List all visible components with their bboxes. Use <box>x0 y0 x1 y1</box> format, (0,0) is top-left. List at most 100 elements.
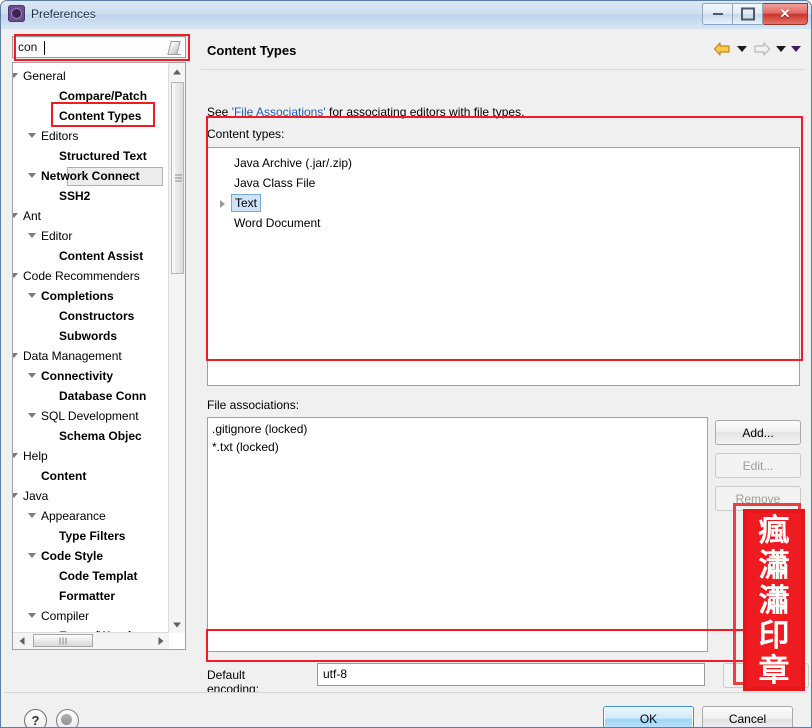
question-mark-icon[interactable]: ? <box>24 709 47 727</box>
content-type-label: Text <box>231 194 262 212</box>
content-types-label: Content types: <box>207 127 284 141</box>
maximize-button[interactable] <box>733 3 763 25</box>
sidebar-item-label: Schema Objec <box>59 429 142 443</box>
triangle-down-icon[interactable] <box>28 293 36 298</box>
triangle-down-icon[interactable] <box>13 353 18 358</box>
triangle-right-icon[interactable] <box>220 200 225 208</box>
edit-button-label: Edit... <box>742 458 774 473</box>
sidebar-item-label: Ant <box>23 209 42 223</box>
file-association-row[interactable]: .gitignore (locked) <box>212 422 307 436</box>
remove-button: Remove <box>715 486 801 511</box>
scroll-up-button[interactable] <box>169 63 185 80</box>
horizontal-scrollbar-thumb[interactable] <box>33 634 93 647</box>
triangle-down-icon[interactable] <box>28 133 36 138</box>
grip-icon <box>59 637 67 644</box>
forward-history-chevron-down-icon[interactable] <box>776 46 786 52</box>
dialog-footer: ? OK Cancel <box>1 693 811 727</box>
scroll-down-button[interactable] <box>169 616 185 633</box>
sidebar-item-label: Java <box>23 489 49 503</box>
sidebar-item-label: Compiler <box>41 609 90 623</box>
edit-button: Edit... <box>715 453 801 478</box>
tree-vertical-scrollbar[interactable] <box>168 63 185 633</box>
update-button-label: Update <box>746 668 786 683</box>
remove-button-label: Remove <box>735 491 781 506</box>
content-types-list[interactable]: Java Archive (.jar/.zip) Java Class File T… <box>207 147 800 386</box>
apply-icon[interactable] <box>56 709 79 727</box>
sidebar-item-label: Completions <box>41 289 114 303</box>
back-history-chevron-down-icon[interactable] <box>737 46 747 52</box>
triangle-down-icon[interactable] <box>28 553 36 558</box>
filter-input-value: con <box>18 40 38 54</box>
add-button-label: Add... <box>742 425 774 440</box>
grip-icon <box>175 173 182 184</box>
triangle-up-icon <box>173 69 181 74</box>
title-bar[interactable]: Preferences ✕ <box>1 1 811 30</box>
sidebar-item-label: Editor <box>41 229 73 243</box>
text-caret <box>44 41 45 55</box>
cancel-button[interactable]: Cancel <box>702 706 793 727</box>
triangle-down-icon[interactable] <box>13 273 18 278</box>
triangle-down-icon[interactable] <box>13 73 18 78</box>
forward-arrow-icon <box>752 41 771 57</box>
file-associations-list[interactable]: .gitignore (locked) *.txt (locked) <box>207 417 708 652</box>
close-icon: ✕ <box>779 6 791 21</box>
view-menu-chevron-down-icon[interactable] <box>791 46 801 52</box>
back-arrow-icon[interactable] <box>713 41 732 57</box>
sidebar-item-label: Help <box>23 449 48 463</box>
sidebar-item-label: Database Conn <box>59 389 147 403</box>
vertical-scrollbar-thumb[interactable] <box>171 82 184 274</box>
scroll-left-button[interactable] <box>13 633 30 648</box>
content-type-label: Java Archive (.jar/.zip) <box>234 156 353 170</box>
triangle-down-icon[interactable] <box>28 173 36 178</box>
triangle-down-icon[interactable] <box>13 453 18 458</box>
sidebar-item-label: SQL Development <box>41 409 139 423</box>
filter-input[interactable]: con <box>12 36 186 58</box>
preferences-tree[interactable]: General Compare/Patch Content Types Editors… <box>12 62 186 650</box>
triangle-down-icon[interactable] <box>13 213 18 218</box>
default-encoding-input[interactable]: utf-8 <box>317 663 705 686</box>
gear-icon <box>8 5 25 22</box>
tree-horizontal-scrollbar[interactable] <box>13 632 169 649</box>
triangle-down-icon[interactable] <box>28 373 36 378</box>
cancel-button-label: Cancel <box>728 712 767 726</box>
file-associations-link[interactable]: 'File Associations' <box>232 105 326 119</box>
clear-icon[interactable] <box>167 40 182 55</box>
triangle-right-icon <box>158 636 163 645</box>
sidebar-item-label: Network Connect <box>41 169 140 183</box>
triangle-down-icon[interactable] <box>28 413 36 418</box>
page-nav-toolbar <box>713 41 801 57</box>
minimize-button[interactable] <box>702 3 733 25</box>
sidebar-item-label: Content Types <box>59 109 142 123</box>
window-title: Preferences <box>31 6 96 21</box>
triangle-down-icon[interactable] <box>28 233 36 238</box>
divider <box>201 69 805 70</box>
sidebar-item-label: Data Management <box>23 349 122 363</box>
triangle-down-icon[interactable] <box>28 513 36 518</box>
sidebar-item-label: Content <box>41 469 87 483</box>
sidebar-item-label: Code Recommenders <box>23 269 140 283</box>
sidebar-item-label: Formatter <box>59 589 116 603</box>
preferences-sidebar: con General Compare/Patch Content Types Edi… <box>7 31 193 667</box>
scroll-right-button[interactable] <box>152 633 169 648</box>
description-suffix: for associating editors with file types. <box>325 105 525 119</box>
sidebar-item-label: General <box>23 69 66 83</box>
file-associations-label: File associations: <box>207 398 300 412</box>
sidebar-item-label: Subwords <box>59 329 118 343</box>
sidebar-item-label: Structured Text <box>59 149 147 163</box>
sidebar-item-label: Code Templat <box>59 569 138 583</box>
sidebar-item-label: Content Assist <box>59 249 144 263</box>
add-button[interactable]: Add... <box>715 420 801 445</box>
content-types-label-text: Content types: <box>207 127 285 141</box>
file-association-row[interactable]: *.txt (locked) <box>212 440 279 454</box>
update-encoding-button: Update <box>723 663 809 688</box>
triangle-down-icon[interactable] <box>28 613 36 618</box>
triangle-down-icon[interactable] <box>13 493 18 498</box>
sidebar-item-label: Code Style <box>41 549 104 563</box>
close-button[interactable]: ✕ <box>763 3 808 25</box>
ok-button-label: OK <box>639 712 658 726</box>
title-bar-left: Preferences <box>8 5 96 22</box>
sidebar-item-label: Compare/Patch <box>59 89 148 103</box>
preferences-content-pane: Content Types See 'File Associations' fo… <box>199 31 809 696</box>
ok-button[interactable]: OK <box>603 706 694 727</box>
page-description: See 'File Associations' for associating … <box>207 105 524 119</box>
